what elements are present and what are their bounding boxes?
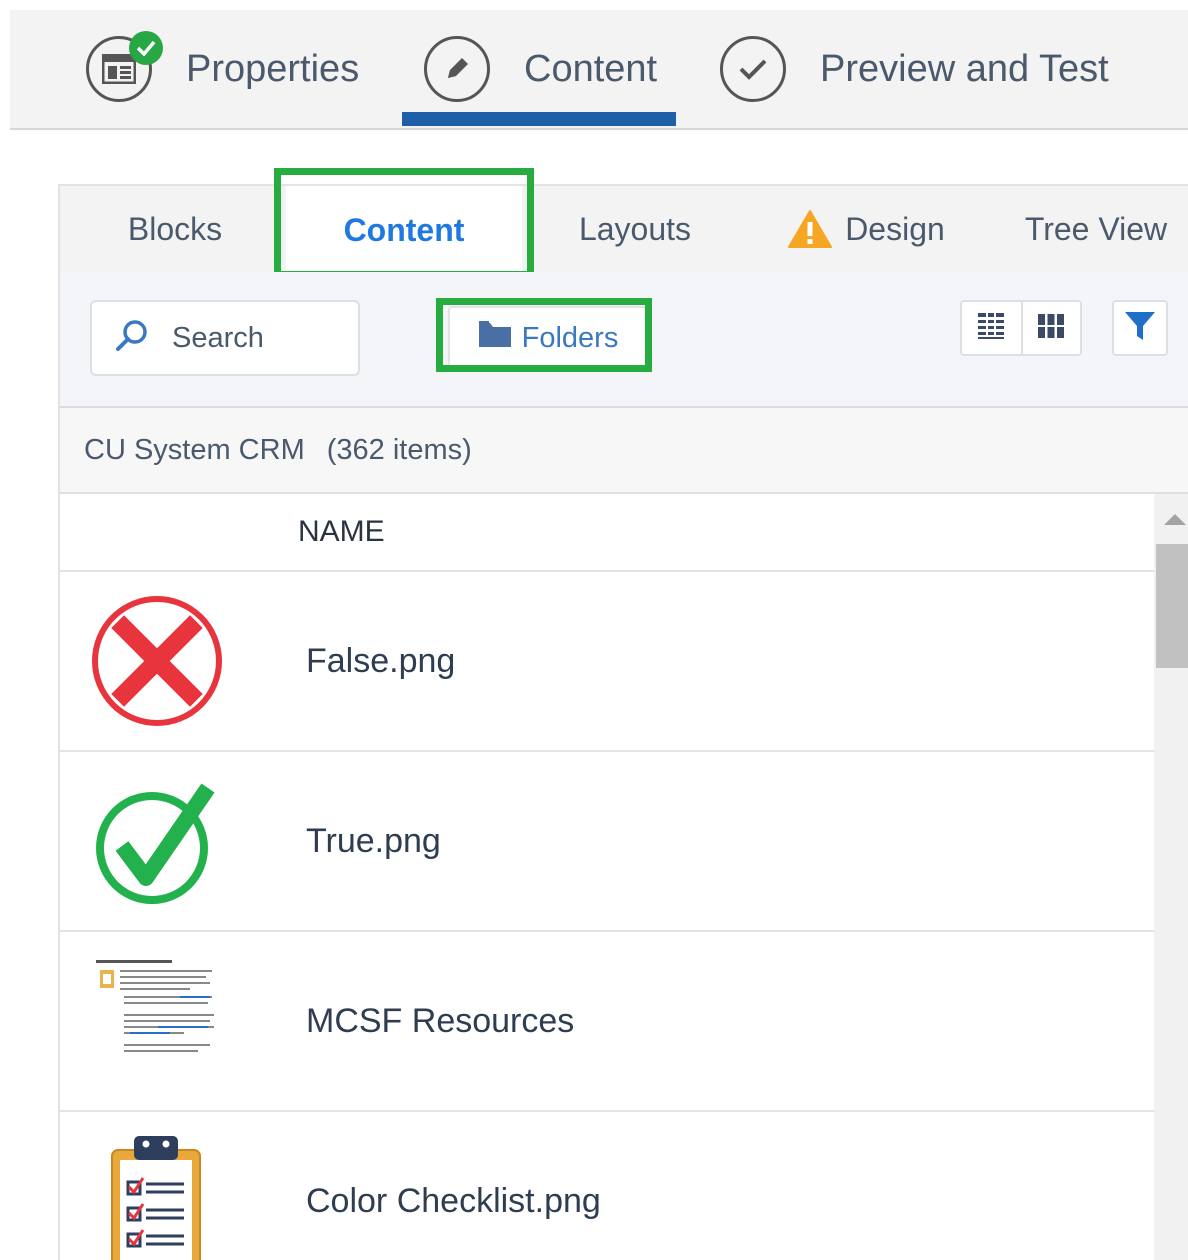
tab-design[interactable]: Design	[776, 186, 956, 272]
content-list: NAME False.png True.png MCSF Resources C…	[58, 494, 1154, 1260]
scroll-up-arrow-icon[interactable]	[1164, 514, 1186, 525]
tab-design-label: Design	[845, 210, 945, 247]
filter-button[interactable]	[1112, 300, 1168, 356]
step-navigation: Properties Content Preview and Test	[10, 10, 1188, 130]
step-preview-and-test[interactable]: Preview and Test	[720, 10, 1109, 128]
document-thumbnail	[90, 954, 224, 1088]
list-scrollbar[interactable]	[1154, 494, 1188, 1260]
folder-info-bar: CU System CRM (362 items)	[58, 408, 1188, 494]
green-check-icon	[90, 774, 224, 908]
content-toolbar: Search Folders	[58, 272, 1188, 408]
folder-icon	[478, 320, 512, 356]
list-item[interactable]: Color Checklist.png	[60, 1112, 1154, 1260]
clipboard-checklist-icon	[90, 1134, 224, 1260]
step-content[interactable]: Content	[424, 10, 657, 128]
item-name: False.png	[306, 641, 456, 680]
tab-blocks[interactable]: Blocks	[90, 186, 260, 272]
pencil-icon	[424, 36, 490, 102]
folders-button[interactable]: Folders	[448, 306, 648, 370]
list-view-button[interactable]	[962, 302, 1021, 354]
grid-view-button[interactable]	[1020, 302, 1080, 354]
warning-icon	[787, 209, 833, 249]
list-item[interactable]: MCSF Resources	[60, 932, 1154, 1112]
step-label: Properties	[186, 47, 360, 90]
filter-icon	[1124, 310, 1156, 347]
list-item[interactable]: False.png	[60, 572, 1154, 752]
list-view-icon	[977, 312, 1005, 345]
content-tabs: Blocks Content Layouts Design Tree View	[58, 184, 1188, 274]
search-label: Search	[172, 321, 264, 354]
item-name: MCSF Resources	[306, 1001, 575, 1040]
step-properties[interactable]: Properties	[86, 10, 359, 128]
search-icon	[114, 318, 150, 359]
tab-tree-view[interactable]: Tree View	[1010, 186, 1182, 272]
active-step-indicator	[402, 112, 676, 126]
tab-layouts[interactable]: Layouts	[550, 186, 720, 272]
item-name: True.png	[306, 821, 441, 860]
list-item[interactable]: True.png	[60, 752, 1154, 932]
tab-content[interactable]: Content	[286, 186, 522, 274]
item-count: (362 items)	[326, 433, 472, 466]
folder-name: CU System CRM	[84, 433, 305, 466]
item-name: Color Checklist.png	[306, 1181, 601, 1220]
column-header-name[interactable]: NAME	[298, 515, 385, 549]
check-circle-icon	[720, 36, 786, 102]
scroll-thumb[interactable]	[1156, 544, 1188, 668]
completed-check-icon	[129, 31, 163, 65]
grid-view-icon	[1037, 312, 1065, 345]
list-header: NAME	[60, 494, 1154, 572]
search-input[interactable]: Search	[90, 300, 360, 376]
step-label: Content	[524, 47, 658, 90]
step-label: Preview and Test	[820, 47, 1109, 90]
folders-label: Folders	[521, 321, 619, 354]
properties-icon	[86, 31, 163, 102]
view-toggle-group	[960, 300, 1082, 356]
red-x-icon	[90, 594, 224, 728]
